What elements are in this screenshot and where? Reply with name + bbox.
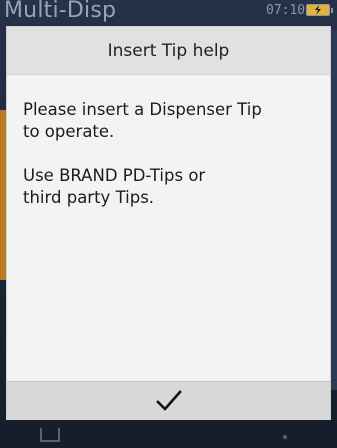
dialog-header: Insert Tip help xyxy=(7,27,330,75)
app-title: Multi-Disp xyxy=(4,0,117,23)
battery-charging-icon xyxy=(306,4,333,16)
dot-icon xyxy=(283,435,287,439)
bottom-nav xyxy=(0,420,337,448)
confirm-button[interactable] xyxy=(129,382,209,420)
dialog-body: Please insert a Dispenser Tip to operate… xyxy=(7,75,330,209)
background-edge xyxy=(331,30,337,390)
dialog-paragraph-tip-brands: Use BRAND PD-Tips or third party Tips. xyxy=(23,166,206,207)
dialog-title: Insert Tip help xyxy=(107,40,230,61)
lightning-icon xyxy=(315,5,321,15)
checkmark-icon xyxy=(155,390,182,411)
tray-icon[interactable] xyxy=(40,428,60,442)
clock: 07:10 xyxy=(266,3,306,18)
device-screen: Multi-Disp 07:10 Insert Tip help Please … xyxy=(0,0,337,448)
status-bar: Multi-Disp 07:10 xyxy=(0,0,337,30)
dialog-paragraph-insert-tip: Please insert a Dispenser Tip to operate… xyxy=(23,100,262,141)
help-dialog: Insert Tip help Please insert a Dispense… xyxy=(7,27,330,420)
dialog-footer xyxy=(7,381,330,420)
